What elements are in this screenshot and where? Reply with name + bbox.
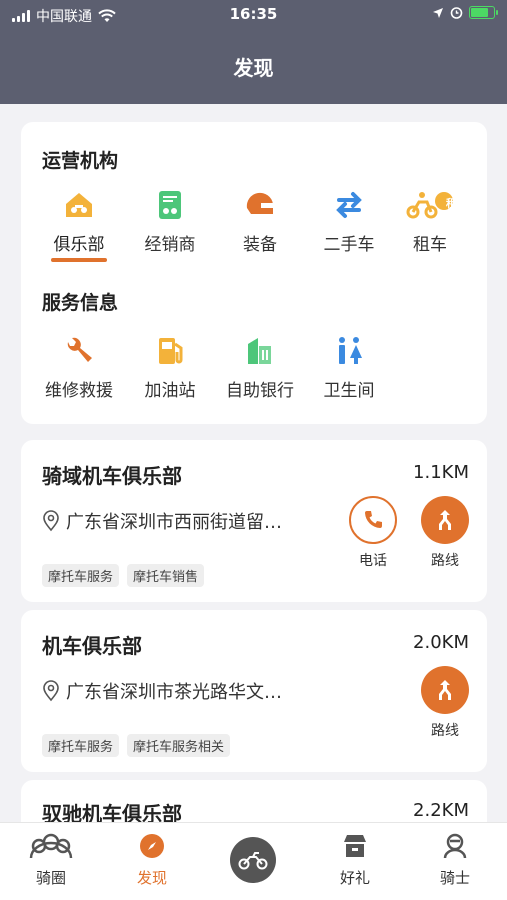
route-label: 路线 bbox=[431, 553, 459, 569]
center-motorcycle-button[interactable] bbox=[230, 837, 276, 883]
club-card[interactable]: 机车俱乐部 2.0KM 广东省深圳市茶光路华文… 摩托车服务 摩托车服务相关 路… bbox=[21, 610, 487, 772]
riders-icon bbox=[29, 833, 73, 859]
club-address-text: 广东省深圳市西丽街道留… bbox=[66, 512, 282, 533]
club-tag: 摩托车服务相关 bbox=[127, 734, 231, 757]
location-arrow-icon bbox=[433, 7, 443, 18]
club-address-text: 广东省深圳市茶光路华文… bbox=[66, 682, 282, 703]
status-time: 16:35 bbox=[229, 5, 278, 23]
category-gear[interactable]: 装备 bbox=[215, 188, 305, 255]
service-bank[interactable]: 自助银行 bbox=[215, 334, 305, 401]
rider-icon bbox=[443, 833, 467, 859]
phone-icon bbox=[365, 511, 382, 528]
category-rental[interactable]: 租车 租 bbox=[385, 188, 475, 255]
category-label: 租车 bbox=[413, 235, 447, 255]
route-label: 路线 bbox=[431, 723, 459, 739]
status-bar: 中国联通 16:35 bbox=[0, 0, 507, 30]
club-address: 广东省深圳市茶光路华文… bbox=[42, 678, 282, 704]
location-pin-icon bbox=[43, 680, 59, 702]
club-name: 机车俱乐部 bbox=[42, 634, 142, 658]
compass-icon bbox=[140, 834, 164, 858]
dealer-icon bbox=[159, 191, 181, 219]
category-label: 俱乐部 bbox=[53, 235, 105, 255]
operating-title: 运营机构 bbox=[42, 150, 119, 172]
phone-button[interactable]: 电话 bbox=[343, 496, 403, 570]
alarm-icon bbox=[450, 7, 463, 19]
restroom-icon bbox=[339, 337, 362, 364]
active-underline bbox=[51, 258, 107, 262]
service-label: 加油站 bbox=[144, 381, 196, 401]
category-label: 装备 bbox=[243, 235, 277, 255]
rental-badge: 租 bbox=[446, 197, 457, 210]
wrench-icon bbox=[67, 337, 92, 362]
tab-label: 骑圈 bbox=[35, 869, 66, 887]
operating-row: 俱乐部 经销商 装备 二手车 租车 租 bbox=[21, 188, 487, 268]
service-repair[interactable]: 维修救援 bbox=[34, 334, 124, 401]
tab-label: 骑士 bbox=[439, 869, 470, 887]
club-icon bbox=[66, 193, 92, 217]
service-restroom[interactable]: 卫生间 bbox=[304, 334, 394, 401]
club-distance: 2.0KM bbox=[413, 632, 469, 653]
location-pin-icon bbox=[43, 510, 59, 532]
motorcycle-icon bbox=[238, 852, 268, 870]
helmet-icon bbox=[246, 192, 273, 214]
swap-icon bbox=[336, 192, 362, 218]
route-icon bbox=[439, 510, 451, 530]
tab-gifts[interactable]: 好礼 bbox=[320, 833, 390, 888]
page-title: 发现 bbox=[233, 56, 274, 80]
fuel-icon bbox=[159, 338, 183, 364]
service-label: 维修救援 bbox=[45, 381, 113, 401]
category-card: 运营机构 俱乐部 经销商 装备 二手车 租车 租 服务信息 维修救援 加油站 自… bbox=[21, 122, 487, 424]
club-tag: 摩托车服务 bbox=[42, 734, 120, 757]
category-dealer[interactable]: 经销商 bbox=[125, 188, 215, 255]
bank-icon bbox=[248, 338, 271, 364]
service-label: 自助银行 bbox=[226, 381, 294, 401]
category-club[interactable]: 俱乐部 bbox=[34, 188, 124, 262]
service-label: 卫生间 bbox=[323, 381, 375, 401]
tab-riders[interactable]: 骑圈 bbox=[16, 833, 86, 888]
tab-label: 发现 bbox=[136, 869, 167, 887]
tab-discover[interactable]: 发现 bbox=[117, 833, 187, 888]
shop-icon bbox=[344, 835, 366, 857]
service-row: 维修救援 加油站 自助银行 卫生间 bbox=[21, 334, 487, 414]
route-icon bbox=[439, 680, 451, 700]
battery-icon bbox=[469, 6, 498, 19]
club-tag: 摩托车销售 bbox=[127, 564, 205, 587]
club-card[interactable]: 骑域机车俱乐部 1.1KM 广东省深圳市西丽街道留… 摩托车服务 摩托车销售 电… bbox=[21, 440, 487, 602]
phone-label: 电话 bbox=[359, 553, 387, 569]
club-distance: 2.2KM bbox=[413, 800, 469, 821]
club-tags: 摩托车服务 摩托车销售 bbox=[42, 564, 205, 587]
tab-label: 好礼 bbox=[339, 869, 370, 887]
category-label: 经销商 bbox=[144, 235, 196, 255]
service-title: 服务信息 bbox=[42, 292, 119, 314]
club-distance: 1.1KM bbox=[413, 462, 469, 483]
service-fuel[interactable]: 加油站 bbox=[125, 334, 215, 401]
route-button[interactable]: 路线 bbox=[415, 496, 475, 570]
club-name: 骑域机车俱乐部 bbox=[42, 464, 182, 488]
category-label: 二手车 bbox=[323, 235, 375, 255]
club-tag: 摩托车服务 bbox=[42, 564, 120, 587]
club-address: 广东省深圳市西丽街道留… bbox=[42, 508, 282, 534]
tab-knight[interactable]: 骑士 bbox=[420, 833, 490, 888]
tab-bar: 骑圈 发现 好礼 骑士 bbox=[0, 822, 507, 900]
club-tags: 摩托车服务 摩托车服务相关 bbox=[42, 734, 231, 757]
header: 中国联通 16:35 发现 bbox=[0, 0, 507, 104]
route-button[interactable]: 路线 bbox=[415, 666, 475, 740]
category-used-car[interactable]: 二手车 bbox=[304, 188, 394, 255]
